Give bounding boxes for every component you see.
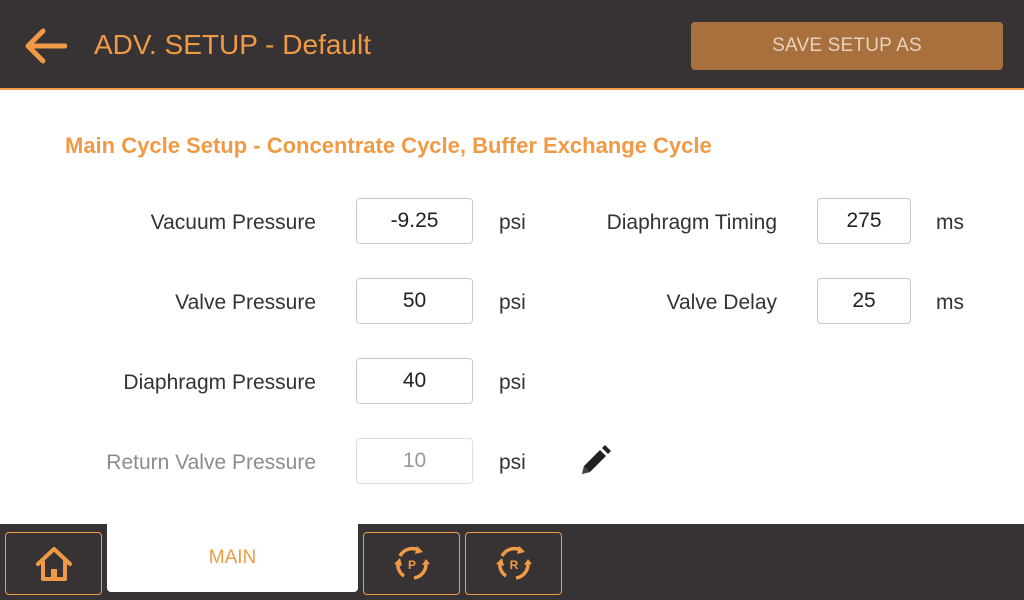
valve-pressure-input[interactable]: 50	[356, 278, 473, 324]
home-button[interactable]	[5, 532, 102, 595]
diaphragm-pressure-input[interactable]: 40	[356, 358, 473, 404]
pencil-edit-icon[interactable]	[578, 444, 612, 478]
footer-nav: MAIN P R	[0, 524, 1024, 600]
diaphragm-pressure-unit: psi	[499, 371, 526, 394]
home-icon	[35, 546, 72, 581]
cycle-p-button[interactable]: P	[363, 532, 460, 595]
cycle-r-letter: R	[509, 558, 518, 572]
valve-delay-label: Valve Delay	[666, 291, 778, 314]
diaphragm-timing-unit: ms	[936, 211, 964, 234]
page-title: ADV. SETUP - Default	[94, 29, 372, 60]
cycle-r-button[interactable]: R	[465, 532, 562, 595]
valve-delay-unit: ms	[936, 291, 964, 314]
valve-pressure-unit: psi	[499, 291, 526, 314]
header-bar: ADV. SETUP - Default SAVE SETUP AS	[0, 0, 1024, 90]
section-title: Main Cycle Setup - Concentrate Cycle, Bu…	[65, 133, 712, 158]
vacuum-pressure-input[interactable]: -9.25	[356, 198, 473, 244]
return-valve-pressure-label: Return Valve Pressure	[106, 451, 316, 474]
return-valve-pressure-input: 10	[356, 438, 473, 484]
return-valve-pressure-unit: psi	[499, 451, 526, 474]
diaphragm-pressure-label: Diaphragm Pressure	[123, 371, 316, 394]
diaphragm-timing-label: Diaphragm Timing	[606, 211, 777, 234]
back-arrow-icon	[25, 28, 67, 64]
valve-pressure-label: Valve Pressure	[175, 291, 316, 314]
cycle-r-icon: R	[495, 545, 532, 580]
vacuum-pressure-label: Vacuum Pressure	[150, 211, 316, 234]
vacuum-pressure-unit: psi	[499, 211, 526, 234]
tab-main[interactable]: MAIN	[107, 524, 358, 592]
cycle-p-letter: P	[407, 558, 415, 572]
save-setup-as-button[interactable]: SAVE SETUP AS	[691, 22, 1003, 70]
diaphragm-timing-input[interactable]: 275	[817, 198, 911, 244]
back-button[interactable]	[22, 26, 68, 66]
valve-delay-input[interactable]: 25	[817, 278, 911, 324]
cycle-p-icon: P	[393, 545, 430, 580]
